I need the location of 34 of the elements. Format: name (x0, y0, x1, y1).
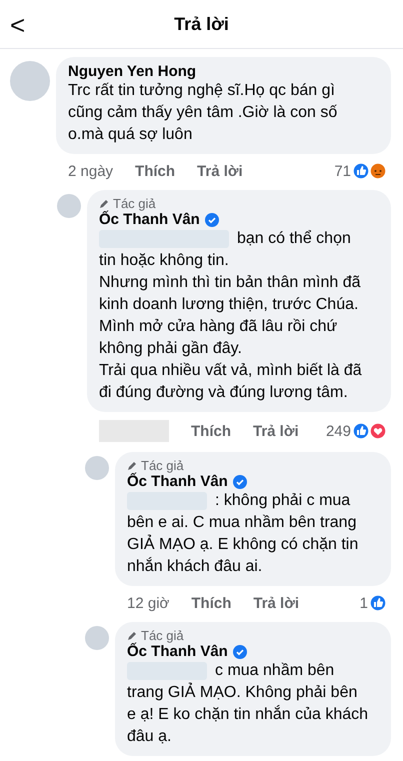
avatar[interactable] (57, 194, 81, 218)
like-link[interactable]: Thích (135, 162, 176, 180)
author-label: Tác giả (141, 628, 184, 643)
comment-text: tin hoặc không tin. Nhưng mình thì tin bản thân mình đã kinh doanh lương thiện, trước Chúa. Mình mở cửa hàng đã lâu rồi chứ không phải gần đây. Trải qua nhiều vất vả, mình biết là đã đi đúng đường và đúng lương tâm. (99, 251, 363, 403)
pencil-icon (99, 198, 110, 209)
reply-link[interactable]: Trả lời (197, 162, 243, 180)
like-link[interactable]: Thích (191, 594, 232, 612)
avatar[interactable] (10, 61, 50, 101)
comment-text: Trc rất tin tưởng nghệ sĩ.Họ qc bán gì cũng cảm thấy yên tâm .Giờ là con số o.mà quá sợ luôn (68, 81, 338, 145)
author-label: Tác giả (113, 196, 156, 211)
reaction-count: 249 (326, 422, 351, 440)
pencil-icon (127, 460, 138, 471)
comment-text: trang GIẢ MẠO. Không phải bên e ạ! E ko chặn tin nhắn của khách đâu ạ. (127, 682, 370, 747)
commenter-name[interactable]: Ốc Thanh Vân (127, 473, 228, 490)
author-label: Tác giả (141, 458, 184, 473)
reply-link[interactable]: Trả lời (253, 594, 300, 612)
comment-text: : không phải c mua (215, 491, 350, 511)
pencil-icon (127, 630, 138, 641)
like-link[interactable]: Thích (191, 422, 231, 440)
commenter-name[interactable]: Ốc Thanh Vân (99, 211, 200, 228)
comment-text: bạn có thể chọn (237, 229, 351, 249)
reaction-count: 71 (334, 162, 351, 180)
commenter-name[interactable]: Nguyen Yen Hong (68, 63, 196, 80)
avatar[interactable] (85, 456, 109, 480)
reaction-count: 1 (360, 594, 368, 612)
avatar[interactable] (85, 626, 109, 650)
comment-text: c mua nhầm bên (215, 661, 334, 681)
comment-time: 12 giờ (127, 594, 170, 612)
commenter-name[interactable]: Ốc Thanh Vân (127, 643, 228, 660)
reply-link[interactable]: Trả lời (253, 422, 299, 440)
page-title: Trả lời (174, 14, 229, 34)
comment-time: 2 ngày (68, 162, 114, 180)
comment-text: bên e ai. C mua nhầm bên trang GIẢ MẠO ạ. E không có chặn tin nhắn khách đâu ai. (127, 513, 360, 577)
back-button[interactable]: < (10, 10, 26, 41)
